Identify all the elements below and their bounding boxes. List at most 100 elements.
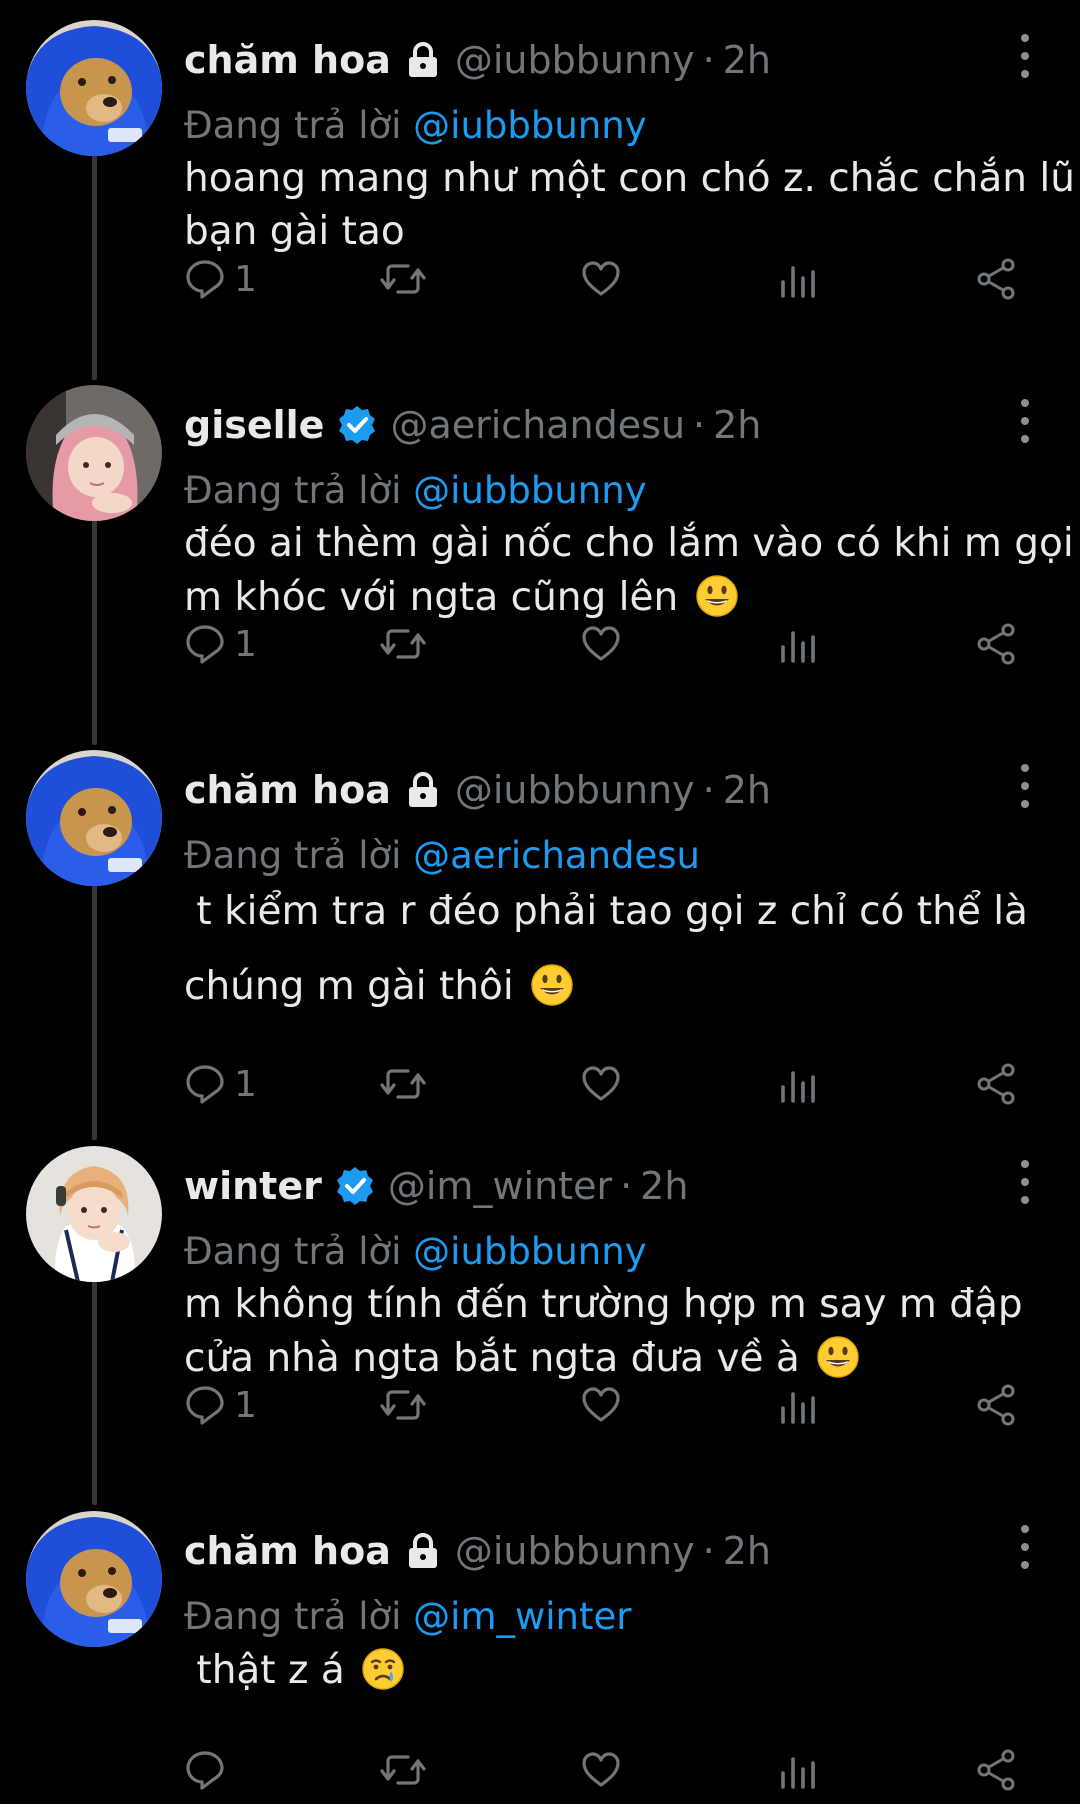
reply-button[interactable]: 1 [184, 1060, 257, 1108]
tweet-text-segment: chúng m gài thôi [184, 964, 514, 1009]
reply-button[interactable]: 1 [184, 1381, 257, 1429]
action-bar: 1 [0, 1381, 1080, 1429]
tweet[interactable]: giselle @aerichandesu · 2h Đang trả lời … [0, 385, 1080, 730]
replying-to: Đang trả lời @aerichandesu [184, 834, 700, 877]
timestamp[interactable]: 2h [640, 1164, 688, 1208]
reply-count: 1 [234, 1063, 257, 1105]
grinning-face-emoji [530, 963, 574, 1017]
replying-to-label: Đang trả lời [184, 469, 402, 512]
like-button[interactable] [580, 1060, 622, 1108]
user-handle[interactable]: @iubbbunny [455, 1529, 695, 1573]
retweet-button[interactable] [380, 1381, 426, 1429]
share-button[interactable] [974, 1381, 1018, 1429]
reply-button[interactable] [184, 1746, 234, 1794]
more-options-icon[interactable] [1010, 399, 1040, 443]
like-button[interactable] [580, 1381, 622, 1429]
replying-to: Đang trả lời @im_winter [184, 1595, 631, 1638]
like-button[interactable] [580, 1746, 622, 1794]
avatar[interactable] [26, 385, 162, 521]
views-button[interactable] [777, 1381, 819, 1429]
replying-to-label: Đang trả lời [184, 1230, 402, 1273]
retweet-button[interactable] [380, 1060, 426, 1108]
share-button[interactable] [974, 620, 1018, 668]
views-button[interactable] [777, 255, 819, 303]
tweet-header: chăm hoa @iubbbunny · 2h [184, 762, 771, 818]
separator-dot: · [693, 403, 706, 447]
share-icon [974, 1062, 1018, 1106]
reply-count: 1 [234, 1384, 257, 1426]
crying-face-emoji [361, 1647, 405, 1701]
views-button[interactable] [777, 1746, 819, 1794]
separator-dot: · [702, 1529, 715, 1573]
more-options-icon[interactable] [1010, 764, 1040, 808]
tweet-text-line: m không tính đến trường hợp m say m đập [184, 1282, 1023, 1327]
mention-link[interactable]: @im_winter [413, 1595, 631, 1638]
tweet-text-line: thật z á [184, 1647, 405, 1701]
analytics-icon [777, 258, 819, 300]
avatar[interactable] [26, 20, 162, 156]
share-button[interactable] [974, 1060, 1018, 1108]
more-options-icon[interactable] [1010, 1525, 1040, 1569]
avatar[interactable] [26, 750, 162, 886]
retweet-button[interactable] [380, 1746, 426, 1794]
lock-icon [403, 770, 443, 810]
like-button[interactable] [580, 255, 622, 303]
retweet-icon [380, 623, 426, 665]
action-bar: 1 [0, 1060, 1080, 1108]
tweet-text-line: hoang mang như một con chó z. chắc chắn … [184, 156, 1075, 201]
action-bar: 1 [0, 255, 1080, 303]
reply-icon [184, 623, 226, 665]
analytics-icon [777, 623, 819, 665]
tweet[interactable]: chăm hoa @iubbbunny · 2h Đang trả lời @i… [0, 1511, 1080, 1801]
display-name[interactable]: giselle [184, 403, 324, 447]
user-handle[interactable]: @aerichandesu [390, 403, 685, 447]
timestamp[interactable]: 2h [713, 403, 761, 447]
retweet-button[interactable] [380, 255, 426, 303]
display-name[interactable]: chăm hoa [184, 768, 391, 812]
tweet-header: chăm hoa @iubbbunny · 2h [184, 32, 771, 88]
display-name[interactable]: chăm hoa [184, 38, 391, 82]
tweet-text-segment: m khóc với ngta cũng lên [184, 575, 679, 620]
share-icon [974, 257, 1018, 301]
replying-to: Đang trả lời @iubbbunny [184, 1230, 647, 1273]
tweet-text-segment: thật z á [184, 1648, 345, 1693]
timestamp[interactable]: 2h [723, 38, 771, 82]
user-handle[interactable]: @im_winter [388, 1164, 612, 1208]
separator-dot: · [702, 768, 715, 812]
views-button[interactable] [777, 620, 819, 668]
timestamp[interactable]: 2h [723, 768, 771, 812]
lock-icon [403, 40, 443, 80]
display-name[interactable]: chăm hoa [184, 1529, 391, 1573]
reply-count: 1 [234, 623, 257, 665]
retweet-icon [380, 258, 426, 300]
views-button[interactable] [777, 1060, 819, 1108]
more-options-icon[interactable] [1010, 1160, 1040, 1204]
mention-link[interactable]: @iubbbunny [413, 1230, 646, 1273]
tweet[interactable]: winter @im_winter · 2h Đang trả lời @iub… [0, 1146, 1080, 1491]
more-options-icon[interactable] [1010, 34, 1040, 78]
retweet-button[interactable] [380, 620, 426, 668]
reply-button[interactable]: 1 [184, 620, 257, 668]
retweet-icon [380, 1384, 426, 1426]
like-button[interactable] [580, 620, 622, 668]
avatar[interactable] [26, 1146, 162, 1282]
reply-icon [184, 258, 226, 300]
replying-to: Đang trả lời @iubbbunny [184, 104, 647, 147]
mention-link[interactable]: @iubbbunny [413, 104, 646, 147]
heart-icon [580, 1749, 622, 1791]
reply-button[interactable]: 1 [184, 255, 257, 303]
tweet[interactable]: chăm hoa @iubbbunny · 2h Đang trả lời @i… [0, 20, 1080, 365]
display-name[interactable]: winter [184, 1164, 322, 1208]
retweet-icon [380, 1749, 426, 1791]
replying-to-label: Đang trả lời [184, 1595, 402, 1638]
mention-link[interactable]: @aerichandesu [413, 834, 700, 877]
avatar[interactable] [26, 1511, 162, 1647]
user-handle[interactable]: @iubbbunny [455, 38, 695, 82]
analytics-icon [777, 1384, 819, 1426]
timestamp[interactable]: 2h [723, 1529, 771, 1573]
share-button[interactable] [974, 1746, 1018, 1794]
tweet[interactable]: chăm hoa @iubbbunny · 2h Đang trả lời @a… [0, 750, 1080, 1130]
user-handle[interactable]: @iubbbunny [455, 768, 695, 812]
share-button[interactable] [974, 255, 1018, 303]
mention-link[interactable]: @iubbbunny [413, 469, 646, 512]
